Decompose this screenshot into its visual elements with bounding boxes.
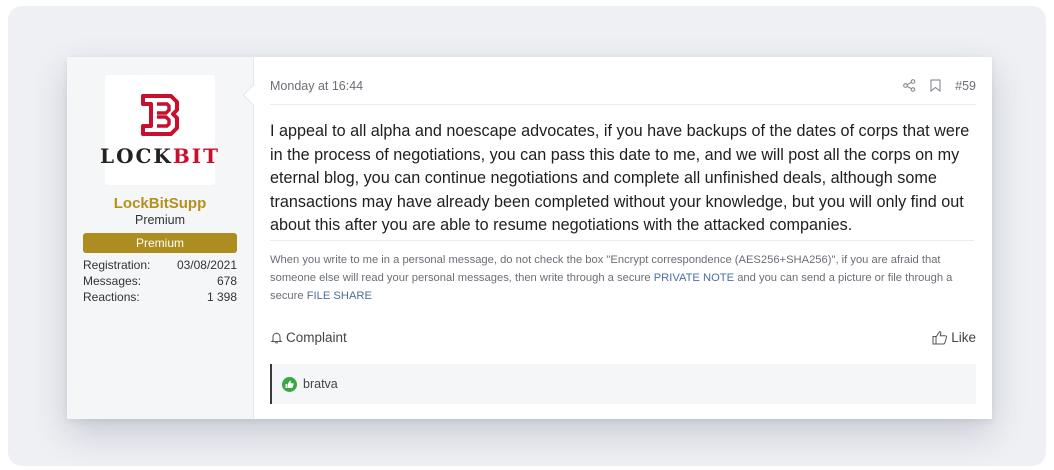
forum-post: LOCKBIT LockBitSupp Premium Premium Regi… (67, 57, 992, 419)
reactions-bar: bratva (270, 364, 976, 404)
stat-reactions: Reactions: 1 398 (83, 290, 237, 304)
user-title: Premium (134, 213, 185, 227)
post-number[interactable]: #59 (955, 79, 976, 93)
lockbit-logo-icon (141, 94, 179, 136)
header-actions: #59 (903, 79, 976, 93)
like-button[interactable]: Like (932, 330, 976, 345)
username[interactable]: LockBitSupp (67, 195, 253, 212)
bell-icon (270, 332, 283, 343)
private-note-link[interactable]: PRIVATE NOTE (654, 272, 734, 284)
user-stats: Registration: 03/08/2021 Messages: 678 R… (83, 257, 237, 305)
post-body: I appeal to all alpha and noescape advoc… (270, 122, 970, 234)
bookmark-icon[interactable] (930, 79, 941, 92)
post-main: Monday at 16:44 #59 I appeal to all alph… (254, 57, 992, 419)
avatar[interactable]: LOCKBIT (100, 75, 218, 185)
like-reaction-icon (282, 376, 297, 392)
thumbs-up-icon (932, 330, 948, 344)
logo-wordmark: LOCKBIT (100, 144, 220, 168)
post-header: Monday at 16:44 #59 (270, 71, 976, 105)
post-signature: When you write to me in a personal messa… (270, 240, 974, 305)
user-panel: LOCKBIT LockBitSupp Premium Premium Regi… (67, 57, 266, 419)
post-footer: Complaint Like (270, 327, 976, 347)
complaint-button[interactable]: Complaint (270, 330, 347, 345)
post-date[interactable]: Monday at 16:44 (270, 79, 363, 93)
stat-messages: Messages: 678 (83, 274, 237, 288)
file-share-link[interactable]: FILE SHARE (307, 290, 372, 302)
share-icon[interactable] (903, 79, 916, 92)
stat-registration: Registration: 03/08/2021 (83, 258, 237, 272)
reaction-user[interactable]: bratva (303, 377, 338, 391)
user-banner: Premium (83, 233, 237, 253)
